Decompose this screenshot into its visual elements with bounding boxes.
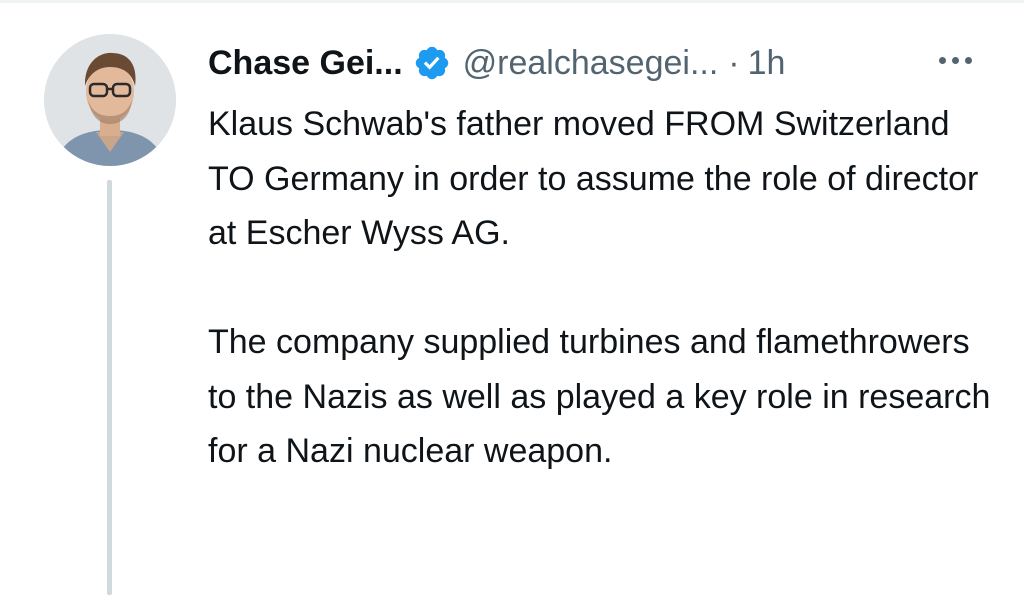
more-dot [964,56,972,64]
tweet-paragraph: The company supplied turbines and flamet… [208,323,991,470]
avatar[interactable] [44,34,176,166]
author-name[interactable]: Chase Gei... [208,44,403,83]
more-dot [951,56,959,64]
more-dot [938,56,946,64]
tweet-paragraph: Klaus Schwab's father moved FROM Switzer… [208,105,979,252]
more-horizontal-icon[interactable] [930,40,980,80]
tweet-text: Klaus Schwab's father moved FROM Switzer… [208,97,998,479]
tweet-header: Chase Gei... @realchasegei... · 1h [208,38,785,88]
verified-badge-icon [415,46,448,80]
author-handle[interactable]: @realchasegei... [463,44,719,83]
avatar-image [44,34,176,166]
header-separator: · [728,43,740,82]
thread-line [107,180,112,595]
top-divider [0,0,1024,3]
tweet-timestamp[interactable]: 1h [748,44,786,83]
